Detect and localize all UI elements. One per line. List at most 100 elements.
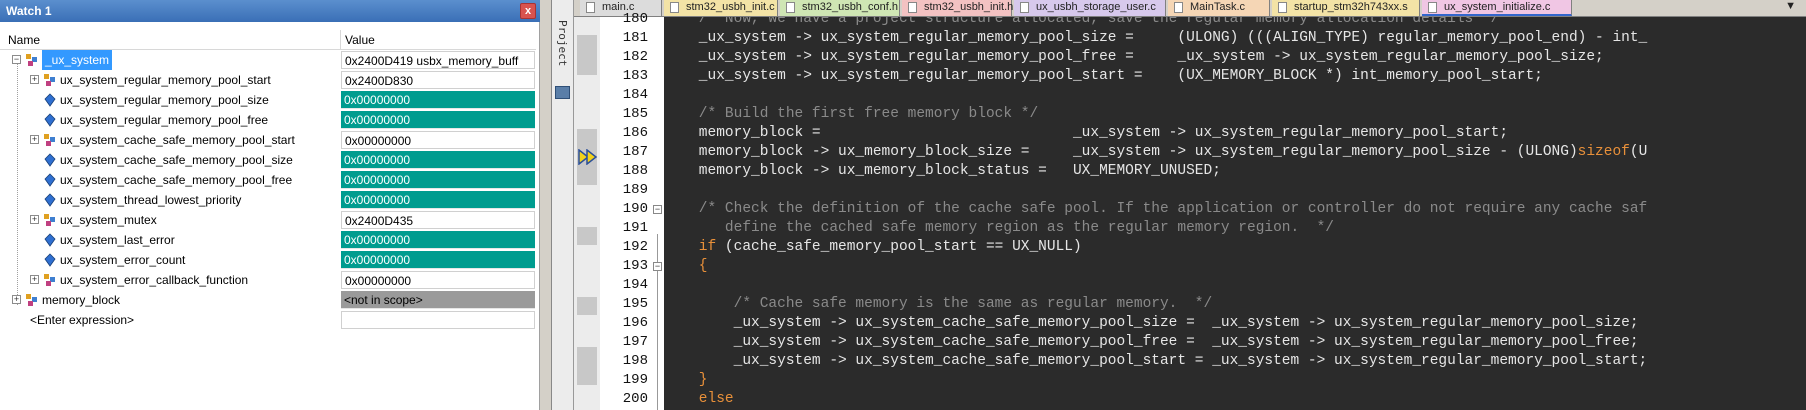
expand-icon[interactable]: +: [30, 75, 39, 84]
fold-toggle-icon[interactable]: −: [653, 205, 662, 214]
watch-row-value[interactable]: 0x00000000: [341, 131, 535, 149]
code-line[interactable]: /* Check the definition of the cache saf…: [664, 200, 1647, 219]
expand-icon[interactable]: +: [30, 215, 39, 224]
code-line[interactable]: /* Now, we have a project structure allo…: [664, 17, 1500, 29]
breakpoint-gutter[interactable]: [574, 17, 600, 410]
line-number: 190: [622, 201, 648, 217]
expand-icon[interactable]: +: [30, 275, 39, 284]
line-marker[interactable]: [577, 227, 597, 245]
watch-row[interactable]: + memory_block <not in scope>: [0, 290, 536, 310]
struct-icon: [44, 214, 55, 226]
watch-row[interactable]: + ux_system_regular_memory_pool_start 0x24…: [0, 70, 536, 90]
column-header-name[interactable]: Name: [8, 33, 40, 47]
watch-row[interactable]: ux_system_regular_memory_pool_size 0x0000…: [0, 90, 536, 110]
watch-row-value[interactable]: 0x00000000: [341, 91, 535, 109]
editor-tab[interactable]: ux_usbh_storage_user.c: [1014, 0, 1166, 16]
file-icon: [786, 2, 795, 13]
code-area[interactable]: /* Now, we have a project structure allo…: [664, 17, 1806, 410]
file-icon: [908, 2, 917, 13]
code-line[interactable]: _ux_system -> ux_system_cache_safe_memor…: [664, 333, 1639, 352]
editor-tab[interactable]: stm32_usbh_init.h: [902, 0, 1013, 16]
code-line[interactable]: /* Build the first free memory block */: [664, 105, 1038, 124]
code-line[interactable]: define the cached safe memory region as …: [664, 219, 1334, 238]
expand-icon[interactable]: +: [30, 135, 39, 144]
watch-row-value[interactable]: <not in scope>: [341, 291, 535, 309]
code-token: {: [664, 258, 708, 274]
watch-row[interactable]: + ux_system_cache_safe_memory_pool_start 0…: [0, 130, 536, 150]
fold-toggle-icon[interactable]: −: [653, 262, 662, 271]
code-line[interactable]: _ux_system -> ux_system_regular_memory_p…: [664, 67, 1543, 86]
watch-row-value-empty[interactable]: [341, 311, 535, 329]
enter-expression-field[interactable]: <Enter expression>: [30, 310, 134, 330]
watch-row[interactable]: ux_system_error_count 0x00000000: [0, 250, 536, 270]
code-line[interactable]: if (cache_safe_memory_pool_start == UX_N…: [664, 238, 1082, 257]
editor-tab[interactable]: stm32_usbh_conf.h: [780, 0, 900, 16]
code-line[interactable]: {: [664, 257, 708, 276]
project-tab-label[interactable]: Project: [556, 20, 569, 66]
file-icon: [1428, 2, 1437, 13]
watch-row-value[interactable]: 0x00000000: [341, 111, 535, 129]
expand-icon[interactable]: +: [12, 295, 21, 304]
watch-row[interactable]: + ux_system_mutex 0x2400D435: [0, 210, 536, 230]
code-line[interactable]: memory_block -> ux_memory_block_status =…: [664, 162, 1221, 181]
struct-icon: [44, 274, 55, 286]
watch-row-value[interactable]: 0x00000000: [341, 251, 535, 269]
column-divider[interactable]: [340, 30, 341, 50]
watch-row[interactable]: ux_system_thread_lowest_priority 0x000000…: [0, 190, 536, 210]
code-token: memory_block -> ux_memory_block_status =…: [664, 163, 1221, 179]
column-header-value[interactable]: Value: [345, 33, 375, 47]
code-line[interactable]: }: [664, 371, 708, 390]
watch-row-value[interactable]: 0x2400D435: [341, 211, 535, 229]
variable-icon: [44, 113, 56, 127]
watch-row[interactable]: ux_system_cache_safe_memory_pool_size 0x0…: [0, 150, 536, 170]
tab-list-dropdown-icon[interactable]: ▼: [1785, 0, 1796, 12]
line-number: 194: [622, 277, 648, 293]
project-side-tab[interactable]: Project: [552, 0, 574, 410]
watch-row-value[interactable]: 0x2400D830: [341, 71, 535, 89]
code-line[interactable]: _ux_system -> ux_system_regular_memory_p…: [664, 48, 1604, 67]
watch-row-value[interactable]: 0x00000000: [341, 171, 535, 189]
editor-tab[interactable]: stm32_usbh_init.c: [664, 0, 778, 16]
editor-tab[interactable]: main.c: [580, 0, 662, 16]
code-line[interactable]: _ux_system -> ux_system_regular_memory_p…: [664, 29, 1647, 48]
watch-row-name: ux_system_cache_safe_memory_pool_free: [60, 173, 293, 187]
watch-row-value[interactable]: 0x2400D419 usbx_memory_buff: [341, 51, 535, 69]
watch-row-value[interactable]: 0x00000000: [341, 271, 535, 289]
panel-splitter[interactable]: [540, 0, 552, 410]
editor-tab-label: ux_usbh_storage_user.c: [1036, 1, 1156, 13]
line-number: 180: [622, 11, 648, 27]
line-number-gutter: 180 181 182 183 184 185 186 187 188 189 190 191 192 1…: [600, 11, 652, 410]
line-number: 193: [622, 258, 648, 274]
line-marker[interactable]: [577, 297, 597, 315]
line-marker[interactable]: [577, 35, 597, 75]
books-icon[interactable]: [555, 86, 570, 99]
watch-row[interactable]: − _ux_system 0x2400D419 usbx_memory_buff: [0, 50, 536, 70]
watch-row[interactable]: + ux_system_error_callback_function 0x0000…: [0, 270, 536, 290]
variable-icon: [44, 153, 56, 167]
code-line[interactable]: _ux_system -> ux_system_cache_safe_memor…: [664, 314, 1639, 333]
watch-panel: Watch 1 x Name Value − _ux_system 0x2400D4…: [0, 0, 540, 410]
watch-row[interactable]: ux_system_cache_safe_memory_pool_free 0x0…: [0, 170, 536, 190]
collapse-icon[interactable]: −: [12, 55, 21, 64]
watch-row-value[interactable]: 0x00000000: [341, 231, 535, 249]
editor-tab[interactable]: startup_stm32h743xx.s: [1272, 0, 1420, 16]
watch-row[interactable]: ux_system_regular_memory_pool_free 0x0000…: [0, 110, 536, 130]
editor-tab-label: stm32_usbh_init.c: [686, 1, 775, 13]
variable-icon: [44, 93, 56, 107]
code-line[interactable]: memory_block -> ux_memory_block_size = _…: [664, 143, 1647, 162]
code-token: _ux_system -> ux_system_cache_safe_memor…: [664, 315, 1639, 331]
watch-row-value[interactable]: 0x00000000: [341, 151, 535, 169]
code-line[interactable]: /* Cache safe memory is the same as regu…: [664, 295, 1213, 314]
watch-row-name: ux_system_last_error: [60, 233, 175, 247]
editor-tab[interactable]: ux_system_initialize.c: [1422, 0, 1572, 16]
code-line[interactable]: memory_block = _ux_system -> ux_system_r…: [664, 124, 1508, 143]
watch-row[interactable]: <Enter expression>: [0, 310, 536, 330]
editor-tab-bar: ▼ main.c stm32_usbh_init.c stm32_usbh_conf…: [574, 0, 1806, 17]
watch-row-value[interactable]: 0x00000000: [341, 191, 535, 209]
line-marker[interactable]: [577, 347, 597, 385]
watch-row[interactable]: ux_system_last_error 0x00000000: [0, 230, 536, 250]
code-line[interactable]: else: [664, 390, 734, 409]
code-line[interactable]: _ux_system -> ux_system_cache_safe_memor…: [664, 352, 1648, 371]
close-icon[interactable]: x: [520, 3, 536, 19]
editor-tab[interactable]: MainTask.c: [1168, 0, 1270, 16]
